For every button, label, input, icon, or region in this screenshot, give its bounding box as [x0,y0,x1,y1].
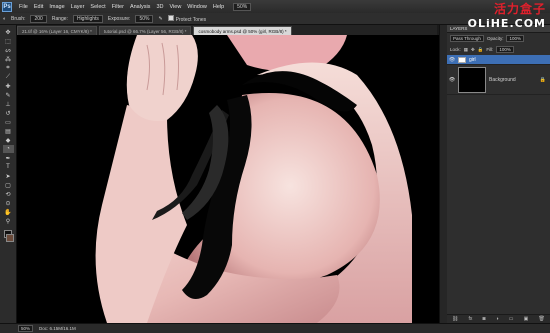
exposure-label: Exposure: [107,15,131,22]
layer-name: Background [489,76,516,83]
marquee-tool-icon[interactable]: ⬚ [3,37,14,45]
layer-row-background[interactable]: 👁 Background 🔒 [447,65,550,95]
brush-tool-icon[interactable]: ✎ [3,91,14,99]
opacity-label: Opacity: [486,36,504,41]
menu-analysis[interactable]: Analysis [127,4,153,10]
airbrush-icon[interactable]: ✎ [158,16,162,22]
layer-style-icon[interactable]: fx [469,316,473,322]
eraser-tool-icon[interactable]: ▭ [3,118,14,126]
blend-row: Pass Through Opacity: 100% [447,33,550,44]
blend-mode-dropdown[interactable]: Pass Through [450,35,484,42]
background-color-swatch[interactable] [6,234,14,242]
protect-tones-label: Protect Tones [175,16,207,23]
new-layer-icon[interactable]: ▣ [524,316,529,322]
lock-all-icon[interactable]: 🔒 [478,47,484,53]
shape-tool-icon[interactable]: ▢ [3,181,14,189]
crop-tool-icon[interactable]: ⌗ [3,64,14,72]
range-dropdown[interactable]: Highlights [72,14,103,23]
document-canvas[interactable] [17,35,439,323]
menu-help[interactable]: Help [210,4,227,10]
status-zoom-field[interactable]: 50% [18,325,34,332]
lock-row: Lock: ▦ ✥ 🔒 Fill: 100% [447,44,550,55]
lock-label: Lock: [450,47,461,52]
lasso-tool-icon[interactable]: ᔕ [3,46,14,54]
menu-image[interactable]: Image [46,4,67,10]
logo-domain-text: OLiHE.COM [467,17,546,30]
site-watermark-logo: 活力盒子 OLiHE.COM [468,0,546,30]
lock-position-icon[interactable]: ✥ [471,47,475,53]
tab-tutorial-psd[interactable]: tutorial.psd @ 66.7% (Layer 56, RGB/8) * [98,26,192,35]
opacity-field[interactable]: 100% [506,35,524,42]
fill-field[interactable]: 100% [496,46,514,53]
dodge-tool-icon[interactable]: ◔ [2,145,14,153]
artwork-image [95,35,412,323]
menu-file[interactable]: File [16,4,31,10]
adjustment-layer-icon[interactable]: ◑ [496,316,499,322]
menu-select[interactable]: Select [87,4,108,10]
lock-pixels-icon[interactable]: ▦ [464,47,468,53]
menu-filter[interactable]: Filter [109,4,127,10]
menu-edit[interactable]: Edit [31,4,46,10]
tool-preset-icon[interactable]: ◐ [3,16,6,22]
protect-tones-checkbox[interactable]: Protect Tones [167,14,207,23]
zoom-dropdown[interactable]: 50% [233,2,252,11]
layers-panel: LAYERS Pass Through Opacity: 100% Lock: … [447,25,550,323]
tab-cosmobody-arms[interactable]: cosmobody arms.psd @ 50% (girl, RGB/8) * [193,26,292,35]
layer-name: girl [469,56,476,63]
layers-panel-footer: ⛓ fx ◙ ◑ ▭ ▣ 🗑 [447,314,550,323]
status-bar: 50% Doc: 6.15M/16.1M [0,323,550,333]
layer-lock-icon: 🔒 [539,76,546,83]
visibility-eye-icon[interactable]: 👁 [449,57,455,63]
healing-brush-tool-icon[interactable]: ✚ [3,82,14,90]
menu-3d[interactable]: 3D [153,4,166,10]
3d-orbit-tool-icon[interactable]: ⊙ [3,199,14,207]
brush-size-picker[interactable]: 200 [30,14,47,23]
tab-21-tif[interactable]: 21.tif @ 16% (Layer 16, CMYK/8) * [17,26,97,35]
layer-thumbnail [458,66,486,93]
link-layers-icon[interactable]: ⛓ [452,316,458,322]
menu-view[interactable]: View [166,4,184,10]
range-label: Range: [51,15,68,22]
zoom-tool-icon[interactable]: ⚲ [3,217,14,225]
menu-window[interactable]: Window [184,4,210,10]
document-size-info[interactable]: Doc: 6.15M/16.1M [39,326,76,331]
visibility-eye-icon[interactable]: 👁 [449,77,455,83]
layer-row-girl[interactable]: 👁 girl [447,55,550,65]
type-tool-icon[interactable]: T [3,163,14,171]
eyedropper-tool-icon[interactable]: ⟋ [3,73,14,81]
history-brush-tool-icon[interactable]: ↺ [3,109,14,117]
add-mask-icon[interactable]: ◙ [483,316,486,322]
fill-label: Fill: [486,47,494,52]
photoshop-logo: Ps [2,1,12,12]
exposure-field[interactable]: 50% [135,14,154,23]
toolbox: ✥ ⬚ ᔕ ⁂ ⌗ ⟋ ✚ ✎ ⊥ ↺ ▭ ▤ ◆ ◔ ✒ T ➤ ▢ ⟲ ⊙ … [0,25,17,323]
3d-rotate-tool-icon[interactable]: ⟲ [3,190,14,198]
logo-chinese-text: 活力盒子 [493,2,546,16]
brush-label: Brush: [11,15,26,22]
move-tool-icon[interactable]: ✥ [3,28,14,36]
document-tab-bar: 21.tif @ 16% (Layer 16, CMYK/8) * tutori… [17,25,437,35]
menu-layer[interactable]: Layer [68,4,88,10]
pen-tool-icon[interactable]: ✒ [3,154,14,162]
clone-stamp-tool-icon[interactable]: ⊥ [3,100,14,108]
new-group-icon[interactable]: ▭ [509,316,514,322]
gradient-tool-icon[interactable]: ▤ [3,127,14,135]
collapsed-panel-dock[interactable] [439,25,447,323]
hand-tool-icon[interactable]: ✋ [3,208,14,216]
delete-layer-icon[interactable]: 🗑 [538,316,544,322]
layer-thumbnail [458,56,466,63]
path-selection-tool-icon[interactable]: ➤ [3,172,14,180]
blur-tool-icon[interactable]: ◆ [3,136,14,144]
quick-select-tool-icon[interactable]: ⁂ [3,55,14,63]
